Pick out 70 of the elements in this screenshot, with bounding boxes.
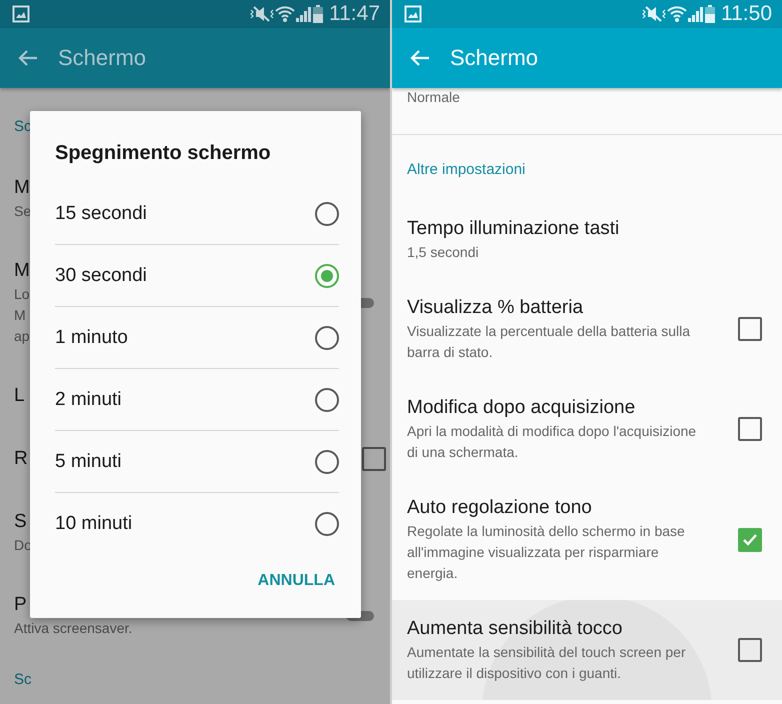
cancel-button[interactable]: ANNULLA	[258, 568, 335, 594]
section-header: Sc	[14, 671, 32, 688]
radio-button[interactable]	[315, 326, 339, 350]
gallery-icon	[12, 5, 30, 23]
section-header: Altre impostazioni	[407, 161, 526, 178]
setting-summary: Attiva screensaver.	[14, 619, 132, 637]
radio-option[interactable]: 10 minuti	[55, 493, 339, 554]
radio-button[interactable]	[315, 512, 339, 536]
signal-icon	[687, 6, 705, 22]
option-label: 10 minuti	[55, 512, 132, 534]
setting-title: P	[14, 594, 28, 616]
setting-summary: Apri la modalità di modifica dopo l'acquisizione	[407, 422, 696, 440]
status-time: 11:50	[721, 2, 772, 26]
setting-summary: Se	[14, 202, 32, 220]
signal-icon	[295, 6, 313, 22]
checkbox[interactable]	[738, 317, 762, 341]
setting-summary: ap	[14, 327, 30, 345]
dialog-title: Spegnimento schermo	[54, 141, 272, 166]
gallery-icon	[404, 5, 422, 23]
option-label: 5 minuti	[55, 450, 122, 472]
option-label: 15 secondi	[55, 202, 147, 224]
radio-button[interactable]	[315, 264, 339, 288]
setting-title: Tempo illuminazione tasti	[407, 218, 620, 240]
checkbox[interactable]	[738, 638, 762, 662]
wifi-icon	[275, 5, 295, 23]
option-label: 1 minuto	[55, 326, 128, 348]
battery-icon	[705, 5, 715, 23]
checkbox[interactable]	[738, 417, 762, 441]
screen-title: Schermo	[450, 45, 538, 71]
setting-summary: energia.	[407, 564, 459, 582]
setting-summary: Regolate la luminosità dello schermo in base	[407, 522, 685, 540]
setting-summary: Lo	[14, 285, 30, 303]
radio-option[interactable]: 15 secondi	[55, 183, 339, 245]
setting-title: M	[14, 260, 30, 282]
checkbox[interactable]	[738, 528, 762, 552]
vibrate-mute-icon	[249, 5, 275, 23]
setting-summary: di una schermata.	[407, 443, 520, 461]
radio-option[interactable]: 5 minuti	[55, 431, 339, 493]
setting-title: Auto regolazione tono	[407, 497, 593, 519]
radio-option[interactable]: 30 secondi	[55, 245, 339, 307]
setting-title: Visualizza % batteria	[407, 297, 584, 319]
radio-button[interactable]	[315, 450, 339, 474]
option-label: 30 secondi	[55, 264, 147, 286]
radio-button[interactable]	[315, 388, 339, 412]
setting-summary: Aumentate la sensibilità del touch screen per	[407, 643, 686, 661]
setting-title: L	[14, 385, 25, 407]
setting-summary: Normale	[407, 88, 460, 106]
setting-summary: M	[14, 306, 27, 324]
pressed-row[interactable]: Aumenta sensibilità tocco Aumentate la sensibilità del touch screen per utilizzare il dispositivo con i guanti.	[392, 600, 782, 700]
radio-option[interactable]: 2 minuti	[55, 369, 339, 431]
wifi-icon	[667, 5, 687, 23]
setting-title: Aumenta sensibilità tocco	[407, 618, 624, 640]
setting-summary: 1,5 secondi	[407, 243, 480, 261]
back-arrow-icon[interactable]	[18, 49, 38, 67]
radio-option[interactable]: 1 minuto	[55, 307, 339, 369]
setting-summary: all'immagine visualizzata per risparmiare	[407, 543, 660, 561]
check-icon	[742, 532, 758, 546]
setting-summary: utilizzare il dispositivo con i guanti.	[407, 664, 622, 682]
option-label: 2 minuti	[55, 388, 122, 410]
screen-title: Schermo	[58, 45, 146, 71]
vibrate-mute-icon	[641, 5, 667, 23]
radio-button[interactable]	[315, 202, 339, 226]
setting-summary: Visualizzate la percentuale della batteria sulla	[407, 322, 690, 340]
setting-title: Modifica dopo acquisizione	[407, 397, 636, 419]
battery-icon	[313, 5, 323, 23]
setting-title: M	[14, 177, 31, 199]
setting-title: S	[14, 511, 28, 533]
status-time: 11:47	[329, 2, 380, 26]
setting-title: R	[14, 448, 28, 470]
setting-summary: barra di stato.	[407, 343, 494, 361]
